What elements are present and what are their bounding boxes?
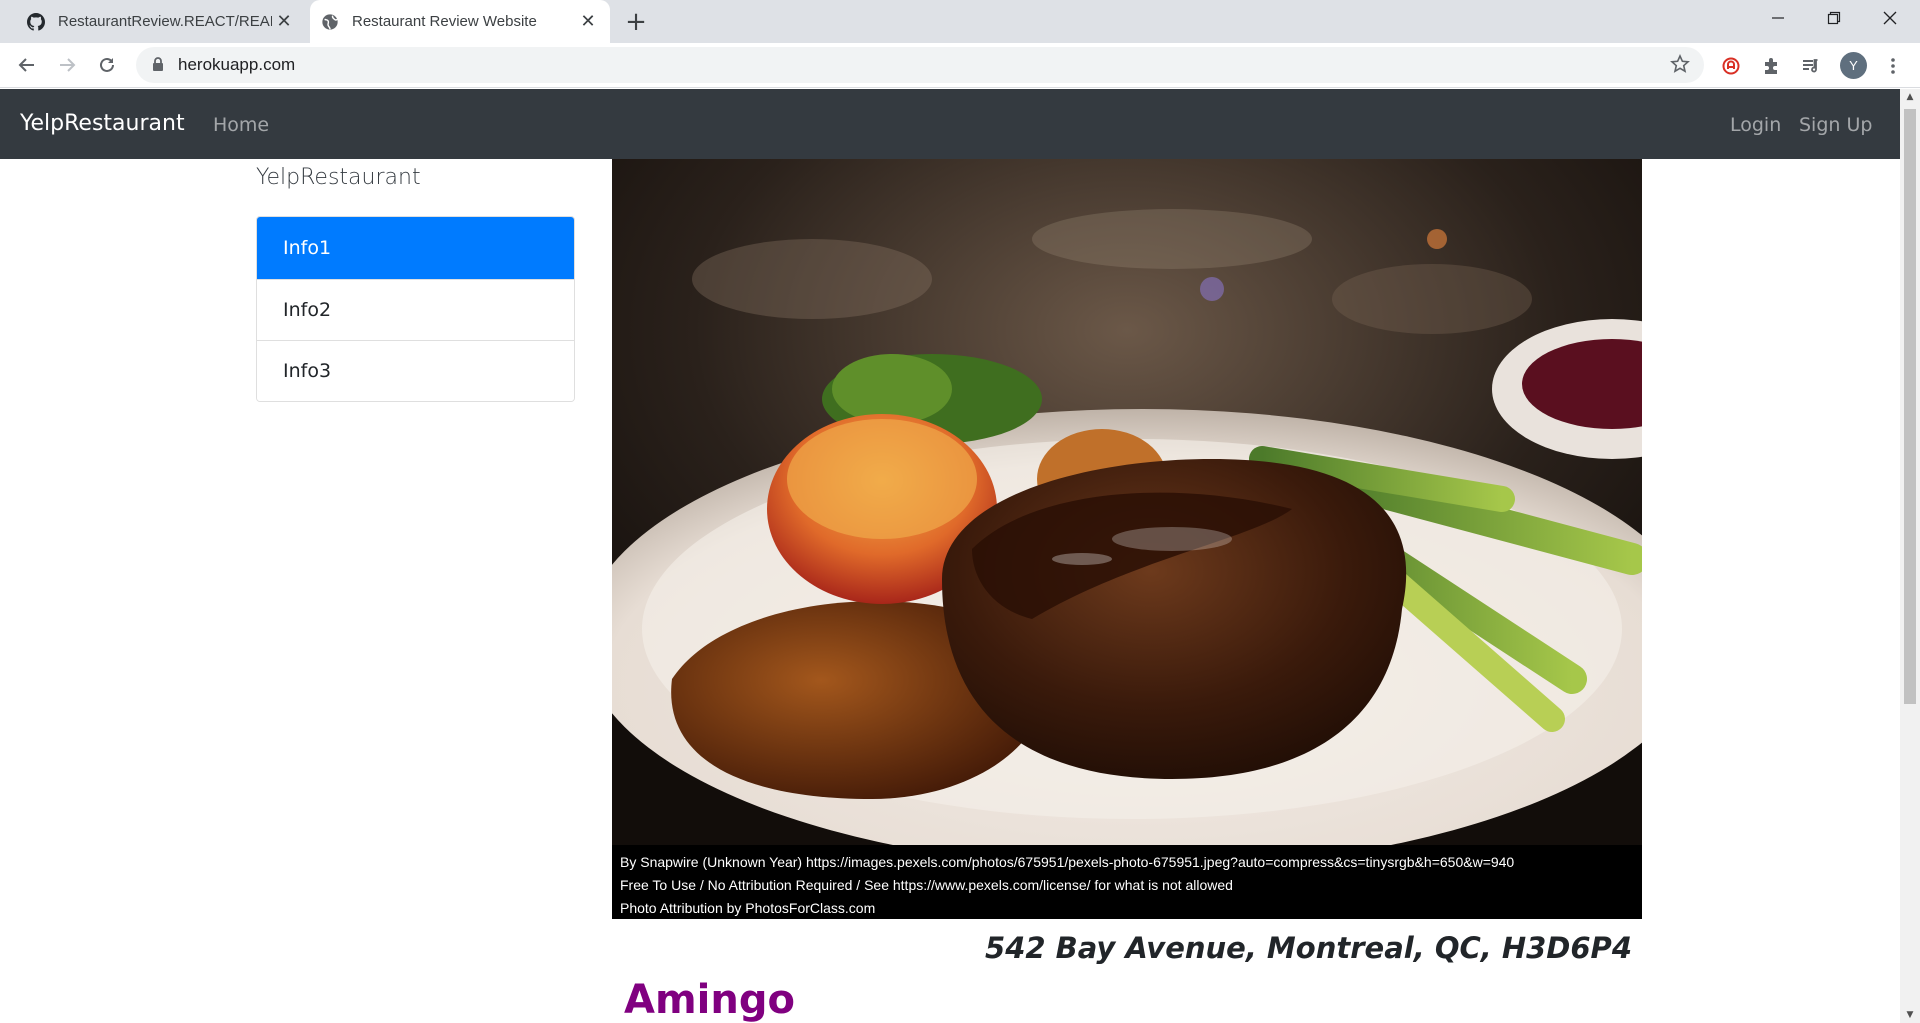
close-window-icon[interactable] bbox=[1862, 0, 1918, 36]
caption-line: Free To Use / No Attribution Required / … bbox=[620, 877, 1233, 893]
browser-toolbar: herokuapp.com Y bbox=[0, 43, 1920, 88]
profile-initial: Y bbox=[1849, 58, 1858, 73]
restaurant-name: Amingo bbox=[624, 977, 795, 1023]
sidebar-item-info1[interactable]: Info1 bbox=[257, 217, 574, 279]
tab-title: RestaurantReview.REACT/READM bbox=[58, 13, 272, 30]
caption-line: By Snapwire (Unknown Year) https://image… bbox=[620, 854, 1515, 870]
reload-icon[interactable] bbox=[91, 49, 123, 81]
lock-icon bbox=[152, 57, 164, 76]
github-icon bbox=[26, 12, 46, 32]
profile-avatar[interactable]: Y bbox=[1840, 52, 1867, 79]
url-text: herokuapp.com bbox=[178, 55, 296, 74]
back-arrow-icon[interactable] bbox=[11, 49, 43, 81]
new-tab-icon[interactable]: + bbox=[622, 7, 650, 37]
site-navbar: YelpRestaurant Home Login Sign Up bbox=[0, 89, 1900, 159]
address-bar[interactable]: herokuapp.com bbox=[136, 47, 1704, 83]
sidebar-item-info2[interactable]: Info2 bbox=[257, 279, 574, 340]
kebab-menu-icon[interactable] bbox=[1880, 53, 1906, 79]
vertical-scrollbar[interactable]: ▲ ▼ bbox=[1900, 89, 1920, 1023]
tab-github-readme[interactable]: RestaurantReview.REACT/READM ✕ bbox=[16, 0, 306, 43]
nav-home-link[interactable]: Home bbox=[213, 114, 269, 136]
nav-signup-link[interactable]: Sign Up bbox=[1799, 114, 1872, 136]
scrollbar-thumb[interactable] bbox=[1904, 109, 1916, 704]
caption-line: Photo Attribution by PhotosForClass.com bbox=[620, 900, 876, 916]
steak-dish-photo bbox=[612, 159, 1642, 869]
scroll-up-icon[interactable]: ▲ bbox=[1904, 91, 1916, 103]
forward-arrow-icon[interactable] bbox=[51, 49, 83, 81]
extensions-puzzle-icon[interactable] bbox=[1759, 53, 1785, 79]
extension-shield-icon[interactable] bbox=[1718, 53, 1744, 79]
navbar-brand[interactable]: YelpRestaurant bbox=[20, 111, 185, 136]
tab-title: Restaurant Review Website bbox=[352, 13, 537, 30]
globe-icon bbox=[320, 12, 340, 32]
tab-restaurant-review[interactable]: Restaurant Review Website ✕ bbox=[310, 0, 610, 43]
sidebar-title: YelpRestaurant bbox=[256, 165, 421, 190]
close-tab-icon[interactable]: ✕ bbox=[272, 10, 296, 34]
bookmark-star-icon[interactable] bbox=[1670, 54, 1690, 78]
sidebar-item-info3[interactable]: Info3 bbox=[257, 340, 574, 401]
restore-icon[interactable] bbox=[1806, 0, 1862, 36]
minimize-icon[interactable] bbox=[1750, 0, 1806, 36]
web-page: YelpRestaurant Home Login Sign Up YelpRe… bbox=[0, 89, 1900, 1023]
scroll-down-icon[interactable]: ▼ bbox=[1904, 1009, 1916, 1021]
close-tab-icon[interactable]: ✕ bbox=[576, 10, 600, 34]
sidebar-list: Info1 Info2 Info3 bbox=[256, 216, 575, 402]
restaurant-address: 542 Bay Avenue, Montreal, QC, H3D6P4 bbox=[985, 931, 1632, 965]
browser-tab-bar: RestaurantReview.REACT/READM ✕ Restauran… bbox=[0, 0, 1920, 43]
restaurant-hero-image: By Snapwire (Unknown Year) https://image… bbox=[612, 159, 1642, 919]
photo-caption: By Snapwire (Unknown Year) https://image… bbox=[612, 845, 1642, 919]
nav-login-link[interactable]: Login bbox=[1730, 114, 1781, 136]
media-control-icon[interactable] bbox=[1798, 53, 1824, 79]
